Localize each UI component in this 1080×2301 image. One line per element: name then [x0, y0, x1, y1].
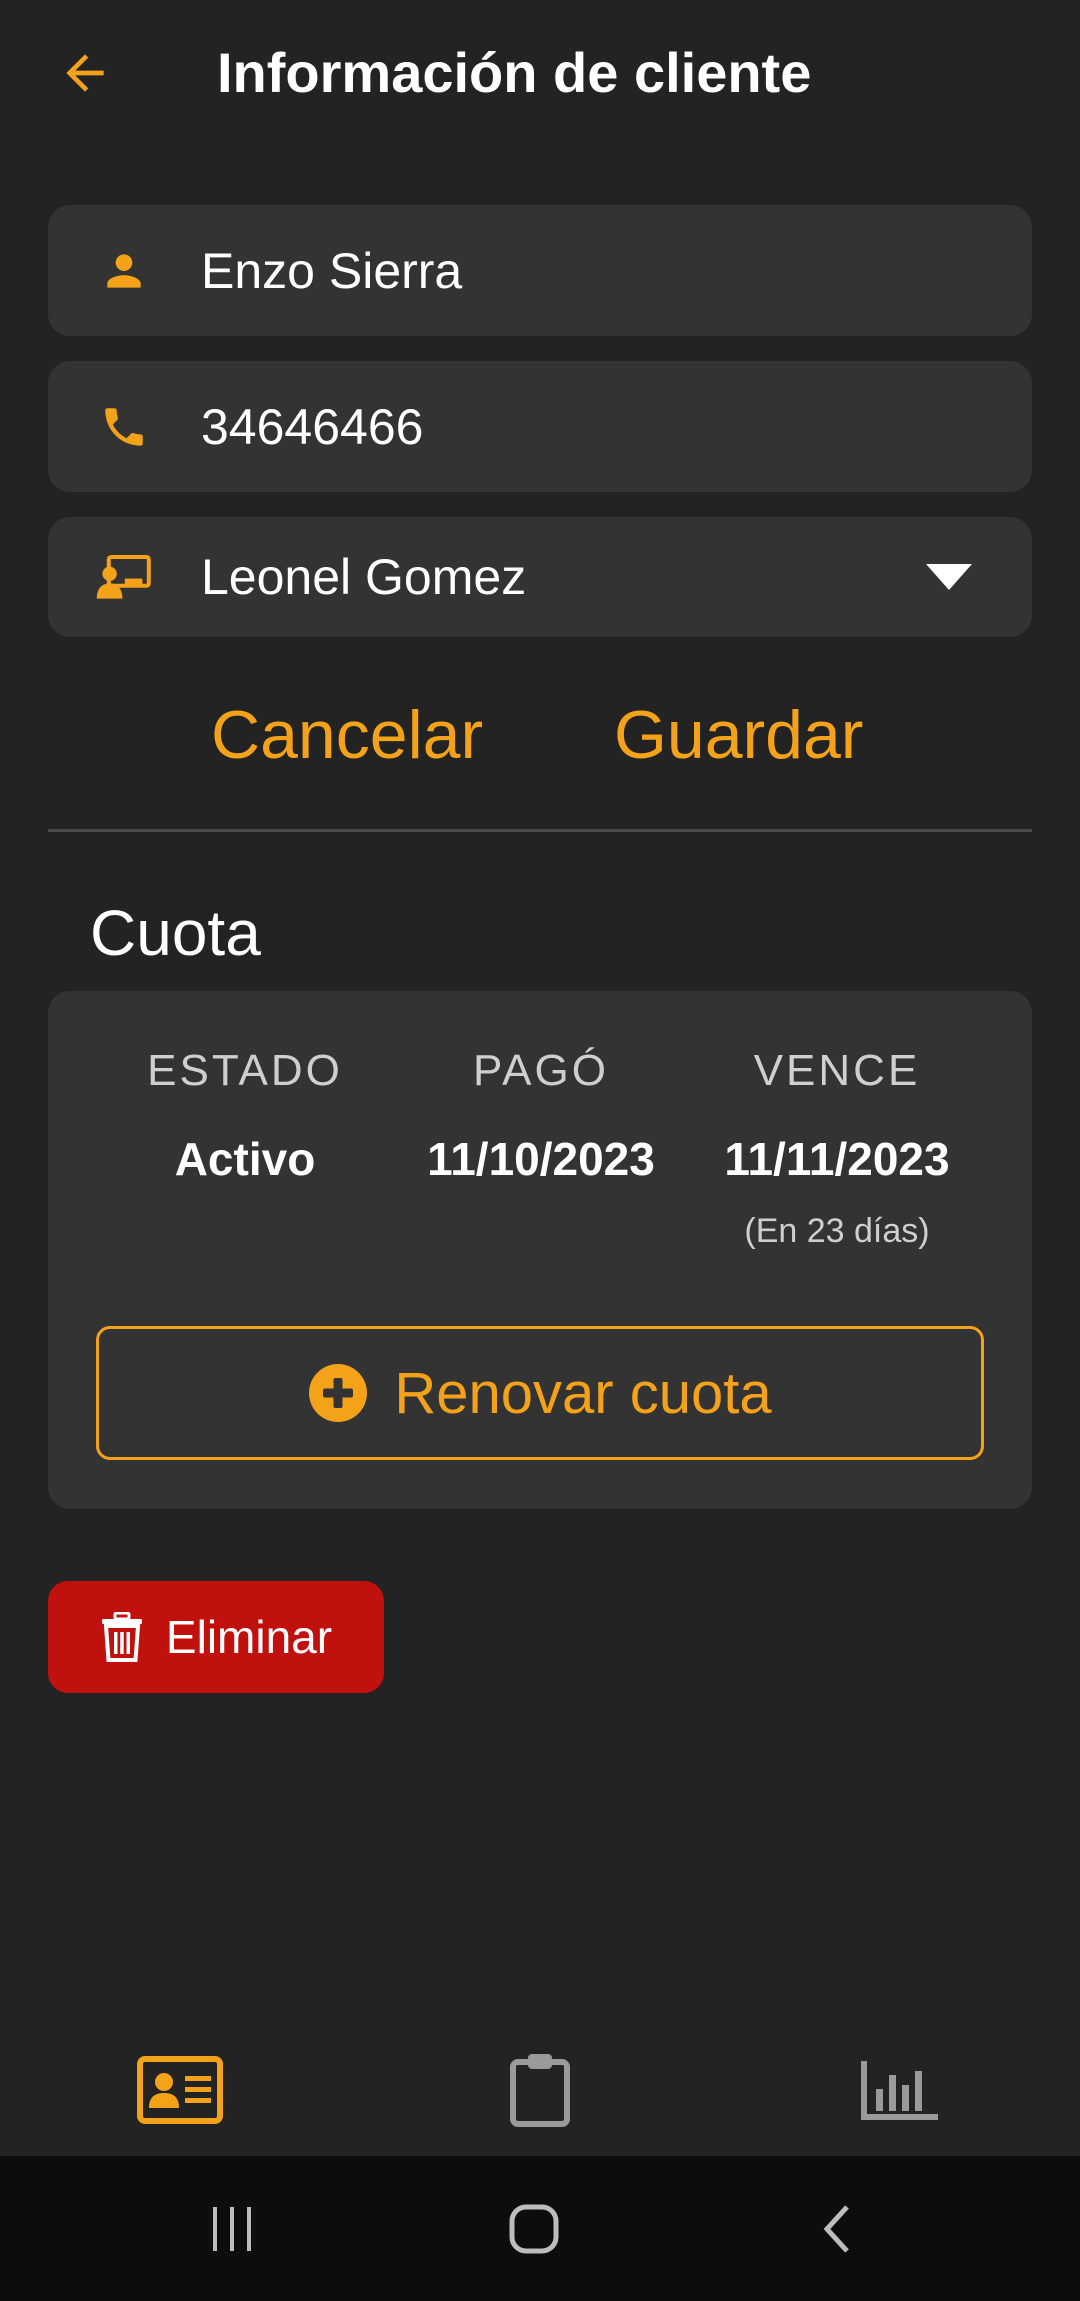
pago-column: PAGÓ 11/10/2023 [391, 1043, 691, 1189]
trash-icon [101, 1612, 142, 1662]
delete-label: Eliminar [165, 1611, 333, 1663]
chevron-left-icon [823, 2204, 849, 2253]
home-icon [509, 2204, 559, 2253]
id-card-icon [137, 2056, 223, 2124]
divider [48, 829, 1032, 832]
back-button[interactable] [40, 28, 130, 118]
phone-icon [96, 399, 152, 455]
renew-cuota-button[interactable]: Renovar cuota [96, 1326, 984, 1460]
recent-apps-button[interactable] [172, 2186, 292, 2271]
trainer-icon [96, 549, 152, 605]
name-input[interactable] [201, 241, 961, 300]
save-button[interactable]: Guardar [614, 690, 863, 780]
vence-column: VENCE 11/11/2023 (En 23 días) [687, 1043, 987, 1253]
cuota-card: ESTADO Activo PAGÓ 11/10/2023 VENCE 11/1… [48, 991, 1032, 1509]
vence-note: (En 23 días) [744, 1212, 930, 1250]
estado-header: ESTADO [147, 1046, 343, 1095]
renew-cuota-label: Renovar cuota [394, 1360, 772, 1426]
bar-chart-icon [861, 2061, 938, 2120]
system-nav-bar [0, 2156, 1080, 2301]
phone-field[interactable] [48, 361, 1032, 492]
pago-value: 11/10/2023 [427, 1133, 655, 1185]
home-button[interactable] [474, 2186, 594, 2271]
cancel-button[interactable]: Cancelar [211, 690, 483, 780]
trainer-selected: Leonel Gomez [201, 549, 527, 605]
dropdown-arrow-icon [926, 564, 972, 590]
delete-button[interactable]: Eliminar [48, 1581, 384, 1693]
pago-header: PAGÓ [473, 1046, 609, 1095]
tab-client-info[interactable] [115, 2040, 245, 2140]
phone-input[interactable] [201, 397, 961, 456]
trainer-dropdown[interactable]: Leonel Gomez [48, 517, 1032, 637]
tab-clipboard[interactable] [475, 2040, 605, 2140]
vence-value: 11/11/2023 [724, 1133, 950, 1185]
vence-header: VENCE [753, 1046, 921, 1095]
person-icon [96, 243, 152, 299]
clipboard-icon [510, 2054, 570, 2127]
estado-value: Activo [174, 1133, 316, 1185]
recent-apps-icon [213, 2206, 251, 2251]
arrow-left-icon [66, 54, 104, 92]
name-field[interactable] [48, 205, 1032, 336]
estado-column: ESTADO Activo [95, 1043, 395, 1189]
system-back-button[interactable] [778, 2186, 898, 2271]
plus-circle-icon [309, 1364, 368, 1422]
page-title: Información de cliente [217, 41, 812, 104]
tab-stats[interactable] [835, 2040, 965, 2140]
section-title-cuota: Cuota [90, 897, 261, 969]
